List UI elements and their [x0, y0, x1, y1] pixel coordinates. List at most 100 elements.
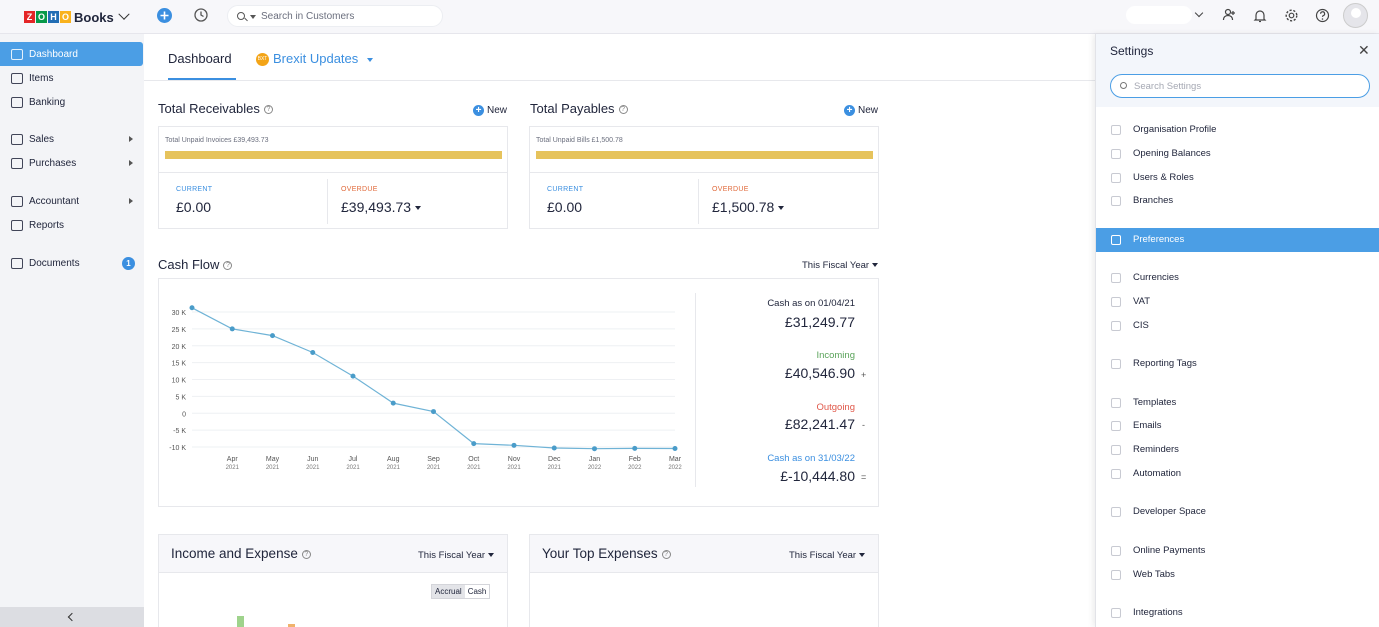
overdue-value: £39,493.73: [341, 199, 412, 215]
chevron-left-icon: [67, 612, 77, 622]
zoho-books-logo[interactable]: Z O H O Books: [24, 8, 130, 26]
settings-item-developer-space[interactable]: Developer Space: [1096, 500, 1379, 524]
settings-item-vat[interactable]: VAT: [1096, 290, 1379, 314]
settings-search-input[interactable]: Search Settings: [1110, 74, 1370, 98]
chevron-down-icon[interactable]: [1194, 8, 1204, 18]
settings-item-organisation-profile[interactable]: Organisation Profile: [1096, 118, 1379, 142]
tab-brexit-updates[interactable]: Brexit Updates: [273, 51, 373, 66]
active-tab-indicator: [168, 78, 236, 80]
cash-toggle-button[interactable]: Cash: [465, 585, 490, 598]
settings-item-opening-balances[interactable]: Opening Balances: [1096, 142, 1379, 166]
overdue-value-dropdown[interactable]: £1,500.78: [712, 199, 785, 215]
cash-start-label: Cash as on 01/04/21: [767, 298, 855, 309]
settings-item-integrations[interactable]: Integrations: [1096, 601, 1379, 625]
divider: [695, 293, 696, 487]
income-expense-title-text: Income and Expense: [171, 546, 298, 561]
accrual-toggle-button[interactable]: Accrual: [432, 585, 465, 598]
x-tick-month: May: [266, 456, 280, 463]
documents-count-badge: 1: [122, 256, 135, 270]
cash-flow-period-dropdown[interactable]: This Fiscal Year: [802, 260, 878, 271]
tab-dashboard[interactable]: Dashboard: [168, 51, 232, 66]
chevron-down-icon: [414, 206, 421, 211]
settings-item-label: Users & Roles: [1133, 172, 1194, 183]
settings-item-cis[interactable]: CIS: [1096, 314, 1379, 338]
settings-item-reporting-tags[interactable]: Reporting Tags: [1096, 352, 1379, 376]
y-tick-label: 20 K: [172, 344, 187, 351]
search-scope-dropdown[interactable]: [250, 15, 256, 19]
sidebar-item-purchases[interactable]: Purchases: [0, 151, 144, 175]
collapse-sidebar-button[interactable]: [0, 607, 144, 627]
overdue-label: OVERDUE: [712, 186, 749, 193]
settings-item-label: Reporting Tags: [1133, 358, 1197, 369]
close-icon[interactable]: ✕: [1358, 42, 1370, 59]
settings-item-label: Opening Balances: [1133, 148, 1211, 159]
top-expenses-period-dropdown[interactable]: This Fiscal Year: [789, 550, 865, 561]
x-tick-year: 2021: [266, 465, 280, 471]
settings-gear-icon[interactable]: [1283, 7, 1299, 23]
x-tick-month: Nov: [508, 456, 521, 463]
sidebar-item-accountant[interactable]: Accountant: [0, 189, 144, 213]
refer-user-icon[interactable]: [1221, 7, 1237, 23]
settings-item-emails[interactable]: Emails: [1096, 414, 1379, 438]
settings-item-currencies[interactable]: Currencies: [1096, 266, 1379, 290]
top-expenses-title-text: Your Top Expenses: [542, 546, 658, 561]
settings-item-online-payments[interactable]: Online Payments: [1096, 539, 1379, 563]
help-icon[interactable]: [1314, 7, 1330, 23]
help-icon[interactable]: ?: [618, 105, 628, 115]
sidebar-item-items[interactable]: Items: [0, 66, 144, 90]
sliders-icon: [1111, 235, 1121, 245]
chevron-down-icon: [366, 57, 373, 62]
notifications-bell-icon[interactable]: [1252, 7, 1268, 23]
settings-item-label: Online Payments: [1133, 545, 1206, 556]
cash-flow-point: [270, 333, 275, 339]
x-tick-month: Aug: [387, 456, 400, 463]
new-invoice-link[interactable]: + New: [473, 105, 507, 116]
y-tick-label: 25 K: [172, 327, 187, 334]
incoming-value: £40,546.90: [784, 365, 855, 381]
global-search[interactable]: Search in Customers: [227, 5, 443, 27]
settings-item-preferences[interactable]: Preferences: [1096, 228, 1379, 252]
organisation-switcher[interactable]: [1126, 6, 1192, 24]
x-tick-month: Mar: [669, 456, 682, 463]
unpaid-invoices-text: Total Unpaid Invoices £39,493.73: [165, 137, 269, 144]
settings-item-reminders[interactable]: Reminders: [1096, 438, 1379, 462]
quick-create-button[interactable]: [157, 8, 172, 23]
cash-flow-point: [672, 446, 678, 452]
sidebar-item-dashboard[interactable]: Dashboard: [0, 42, 143, 66]
help-icon[interactable]: ?: [661, 549, 671, 559]
settings-item-branches[interactable]: Branches: [1096, 189, 1379, 213]
sidebar-item-reports[interactable]: Reports: [0, 213, 144, 237]
sidebar-item-documents[interactable]: Documents 1: [0, 251, 144, 275]
income-expense-period-dropdown[interactable]: This Fiscal Year: [418, 550, 494, 561]
settings-item-automation[interactable]: Automation: [1096, 462, 1379, 486]
sidebar-item-sales[interactable]: Sales: [0, 127, 144, 151]
settings-item-users-roles[interactable]: Users & Roles: [1096, 166, 1379, 190]
cash-flow-point: [350, 373, 356, 379]
overdue-value-dropdown[interactable]: £39,493.73: [341, 199, 421, 215]
user-avatar[interactable]: [1343, 3, 1368, 28]
sidebar-item-banking[interactable]: Banking: [0, 90, 144, 114]
income-bar: [237, 616, 244, 627]
search-placeholder: Search in Customers: [261, 11, 355, 22]
users-icon: [1111, 173, 1121, 183]
divider: [159, 172, 507, 173]
recent-activity-button[interactable]: [193, 7, 208, 22]
settings-item-templates[interactable]: Templates: [1096, 391, 1379, 415]
settings-title: Settings: [1110, 44, 1154, 58]
period-label: This Fiscal Year: [789, 550, 857, 561]
help-icon[interactable]: ?: [223, 261, 233, 271]
branch-icon: [1111, 196, 1121, 206]
receivables-title: Total Receivables?: [158, 101, 273, 116]
cash-flow-point: [592, 446, 597, 452]
help-icon[interactable]: ?: [301, 549, 311, 559]
x-tick-year: 2021: [387, 465, 401, 471]
settings-item-web-tabs[interactable]: Web Tabs: [1096, 563, 1379, 587]
help-icon[interactable]: ?: [263, 105, 273, 115]
brexit-icon: BXT: [256, 53, 269, 66]
code-icon: [1111, 507, 1121, 517]
period-label: This Fiscal Year: [418, 550, 486, 561]
y-tick-label: 30 K: [172, 310, 187, 317]
new-bill-link[interactable]: + New: [844, 105, 878, 116]
tabs-divider: [144, 80, 1096, 81]
chevron-down-icon[interactable]: [118, 8, 130, 20]
